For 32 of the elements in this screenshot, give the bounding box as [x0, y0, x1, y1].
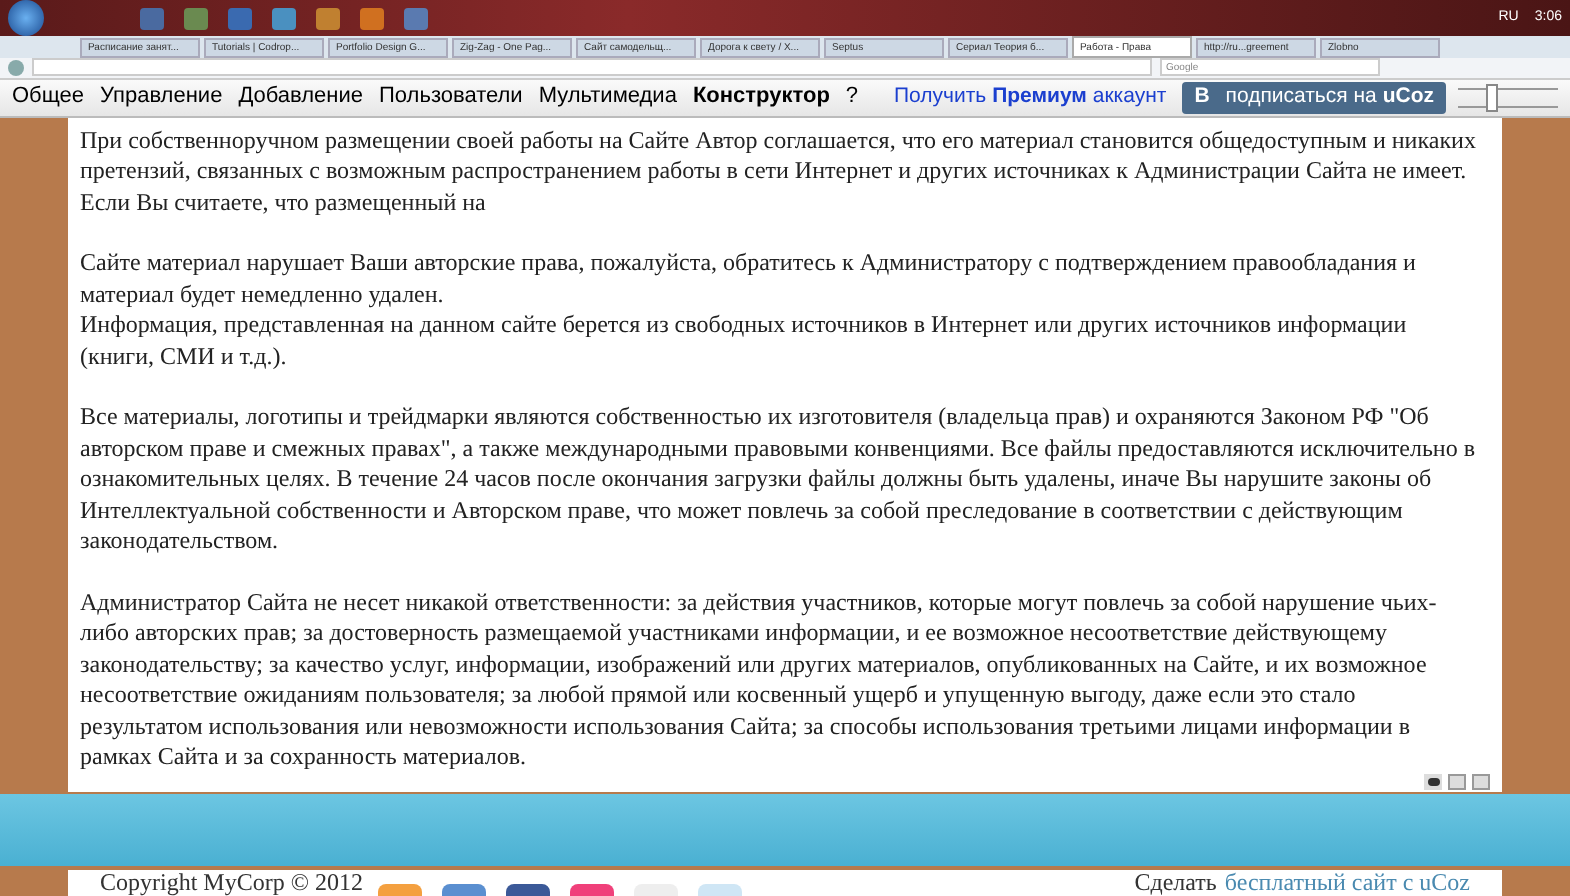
menu-item[interactable]: Конструктор: [692, 80, 830, 114]
slider-icon: [1458, 87, 1558, 108]
menu-item[interactable]: ?: [845, 80, 859, 114]
start-button[interactable]: [8, 0, 44, 36]
taskbar-app-icon[interactable]: [272, 7, 296, 29]
eye-icon[interactable]: [1424, 773, 1442, 790]
menu-item[interactable]: Пользователи: [379, 80, 523, 114]
ucoz-text: Сделать: [1134, 870, 1217, 896]
taskbar-app-icon[interactable]: [404, 7, 428, 29]
share-icon[interactable]: [506, 884, 551, 896]
taskbar-app-icon[interactable]: [140, 7, 164, 29]
paragraph: Администратор Сайта не несет никакой ответственности: за действия участников, которые могут повлечь за собой нарушение чьих-либо авторских прав; за достоверность размещаемой участниками информации, и ее возможное несоответствие действующему законодательству; за качество услуг, информации, изображений или других материалов, опубликованных на Сайте, и их возможное несоответствие ожиданиям пользователя; за любой прямой или косвенный ущерб и упущенную выгоду, даже если это стало результатом использования или невозможности использования Сайта; за способы использования третьими лицами информации в рамках Сайта и за сохранность материалов.: [80, 587, 1439, 774]
url-field[interactable]: [32, 58, 1152, 77]
menu-item[interactable]: Добавление: [238, 80, 364, 114]
share-icon[interactable]: [442, 884, 487, 896]
taskbar-app-icon[interactable]: [228, 7, 252, 29]
grid-icon[interactable]: [1448, 773, 1466, 790]
subscribe-button[interactable]: B подписаться на uCoz: [1182, 81, 1446, 114]
taskbar-app-icon[interactable]: [184, 7, 208, 29]
menu-item[interactable]: Общее: [12, 80, 85, 114]
menu-item[interactable]: Управление: [100, 80, 223, 114]
menu-item[interactable]: Мультимедиа: [538, 80, 677, 114]
taskbar-app-icon[interactable]: [316, 7, 340, 29]
back-icon[interactable]: [8, 59, 24, 76]
paragraph: При собственноручном размещении своей работы на Сайте Автор соглашается, что его материал становится общедоступным и никаких претензий, связанных с возможным распространением работы в сети Интернет и других источниках к Администрации Сайта не имеет. Если Вы считаете, что размещенный на: [80, 125, 1478, 219]
copyright-text: Copyright MyCorp © 2012: [100, 870, 363, 896]
ucoz-link[interactable]: бесплатный сайт с uCoz: [1224, 870, 1470, 896]
share-icon[interactable]: [570, 884, 615, 896]
taskbar-app-icon[interactable]: [360, 7, 384, 29]
paragraph: Все материалы, логотипы и трейдмарки являются собственностью их изготовителя (владельца прав) и охраняются Законом РФ "Об авторском праве и смежных правах", а также международными правовыми конвенциями. Все файлы предоставляются исключительно в ознакомительных целях. В течение 24 часов после окончания загрузки файлы должны быть удалены, иначе Вы нарушите законы об Интеллектуальной собственности и Авторском праве, что может повлечь за собой преследование в соответствии с действующим законодательством.: [80, 402, 1478, 558]
premium-link[interactable]: Получить Премиум аккаунт: [894, 81, 1167, 114]
paragraph: Сайте материал нарушает Ваши авторские права, пожалуйста, обратитесь к Администратору с подтверждением правообладания и материал будет немедленно удален. Информация, представленная на данном сайте берется из свободных источников в Интернет или других источников информации (книги, СМИ и т.д.).: [80, 248, 1418, 373]
